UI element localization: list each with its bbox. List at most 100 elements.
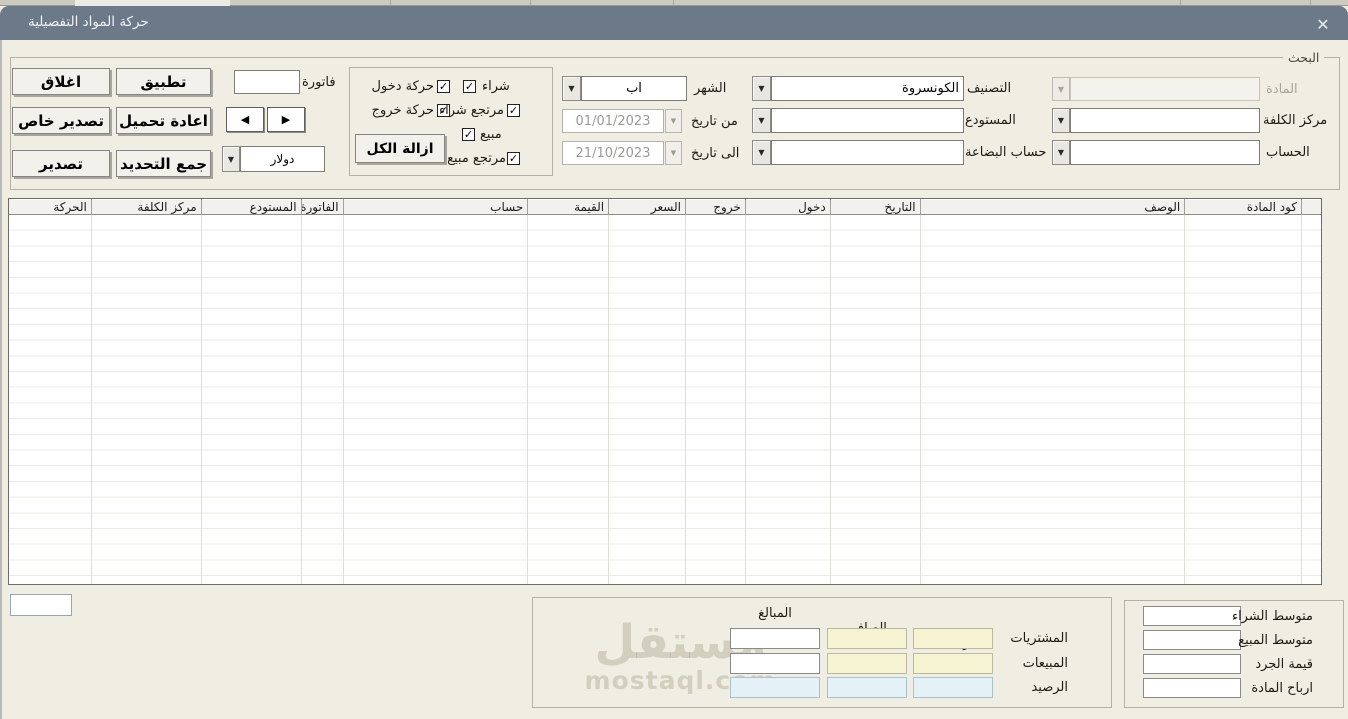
chevron-down-icon: ▼ [758,148,765,157]
clear-all-button[interactable]: ازالة الكل [355,134,445,163]
material-combobox [1070,77,1260,101]
reload-button[interactable]: اعادة تحميل [116,107,211,134]
warehouse-label: المستودع [965,113,1016,128]
prev-arrow-icon: ◀ [240,113,250,126]
apply-button[interactable]: تطبيق [116,68,211,95]
table-body-column [200,215,301,584]
cost-center-label: مركز الكلفة [1263,113,1328,128]
chevron-down-icon: ▼ [227,154,235,164]
cost-center-dropdown-button[interactable]: ▼ [1052,108,1070,133]
purchase-return-checkbox[interactable]: ✓ [507,104,520,117]
column-header-out[interactable]: خروج [685,199,745,215]
goods-account-combobox[interactable] [771,140,964,165]
purchases-net-field [827,628,907,649]
material-dropdown-button: ▼ [1052,77,1070,101]
bottom-left-input[interactable] [10,594,72,616]
classification-dropdown-button[interactable]: ▼ [752,76,771,101]
balance-amount-field [730,677,820,698]
balance-returns-field [913,677,993,698]
to-date-input[interactable] [562,141,664,165]
column-header-invoice[interactable]: الفاتورة [300,199,343,215]
account-combobox[interactable] [1070,140,1260,165]
warehouse-dropdown-button[interactable]: ▼ [752,108,771,133]
chevron-down-icon: ▼ [1057,84,1065,94]
account-dropdown-button[interactable]: ▼ [1052,140,1070,165]
window-title: حركة المواد التفصيلية [28,14,149,30]
from-date-dropdown-button[interactable]: ▼ [665,109,682,133]
titlebar: حركة المواد التفصيلية ✕ [0,6,1348,40]
invoice-input[interactable] [234,70,300,94]
column-header-material-code[interactable]: كود المادة [1184,199,1302,215]
column-header-movement[interactable]: الحركة [9,199,91,215]
month-dropdown-button[interactable]: ▼ [562,76,581,101]
chevron-down-icon: ▼ [1057,148,1065,157]
next-record-button[interactable]: ▶ [267,107,305,132]
purchase-checkbox[interactable]: ✓ [463,80,476,93]
classification-combobox[interactable] [771,76,964,101]
balance-row-label: الرصيد [1031,680,1068,695]
column-header-cost-center[interactable]: مركز الكلفة [90,199,201,215]
amounts-header: المبالغ [758,606,792,621]
check-icon: ✓ [508,151,519,165]
sales-amount-input[interactable] [730,653,820,674]
table-body-column [685,215,745,584]
purchases-amount-input[interactable] [730,628,820,649]
purchases-returns-field [913,628,993,649]
material-profit-input[interactable] [1143,678,1241,698]
column-header-row-selector [1301,199,1321,215]
chevron-down-icon: ▼ [758,116,765,125]
table-body-column [919,215,1185,584]
month-label: الشهر [694,81,727,96]
movement-in-checkbox[interactable]: ✓ [437,80,450,93]
avg-purchase-input[interactable] [1143,606,1241,626]
avg-sale-label: متوسط المبيع [1238,633,1313,648]
cost-center-combobox[interactable] [1070,108,1260,133]
chevron-down-icon: ▼ [1057,116,1065,125]
inventory-value-label: قيمة الجرد [1255,657,1313,672]
inventory-value-input[interactable] [1143,654,1241,674]
prev-record-button[interactable]: ◀ [226,107,264,132]
close-icon[interactable]: ✕ [1308,11,1338,37]
material-label: المادة [1266,82,1298,97]
sale-return-checkbox[interactable]: ✓ [507,152,520,165]
purchases-row-label: المشتريات [1010,631,1068,646]
classification-label: التصنيف [967,81,1012,96]
balance-net-field [827,677,907,698]
sales-row-label: المبيعات [1022,656,1068,671]
movements-table: الحركة مركز الكلفة المستودع الفاتورة حسا… [8,198,1322,585]
table-body-column [342,215,528,584]
table-body-column [829,215,920,584]
column-header-account[interactable]: حساب [342,199,528,215]
from-date-label: من تاريخ [691,114,738,129]
window-left-edge [0,40,2,719]
purchase-return-label: مرتجع شراء [439,103,504,118]
table-body-column [300,215,343,584]
column-header-description[interactable]: الوصف [919,199,1185,215]
export-button[interactable]: تصدير [12,150,110,177]
from-date-input[interactable] [562,109,664,133]
month-combobox[interactable] [581,76,687,101]
column-header-warehouse[interactable]: المستودع [200,199,301,215]
column-header-price[interactable]: السعر [608,199,685,215]
table-body-column [1184,215,1302,584]
column-header-date[interactable]: التاريخ [829,199,920,215]
sum-selection-button[interactable]: جمع التحديد [116,150,211,177]
currency-combobox[interactable] [240,146,325,172]
goods-account-dropdown-button[interactable]: ▼ [752,140,771,165]
currency-dropdown-button[interactable]: ▼ [222,146,240,172]
warehouse-combobox[interactable] [771,108,964,133]
to-date-dropdown-button[interactable]: ▼ [665,141,682,165]
check-icon: ✓ [464,79,475,93]
sales-net-field [827,653,907,674]
avg-sale-input[interactable] [1143,630,1241,650]
column-header-in[interactable]: دخول [744,199,830,215]
table-body-column [1301,215,1321,584]
column-header-value[interactable]: القيمة [527,199,609,215]
close-button[interactable]: اغلاق [12,68,110,95]
table-body-column [527,215,609,584]
sales-returns-field [913,653,993,674]
to-date-label: الى تاريخ [691,146,740,161]
search-groupbox-caption: البحث [1283,50,1325,65]
sale-checkbox[interactable]: ✓ [462,128,475,141]
special-export-button[interactable]: تصدير خاص [12,107,110,134]
